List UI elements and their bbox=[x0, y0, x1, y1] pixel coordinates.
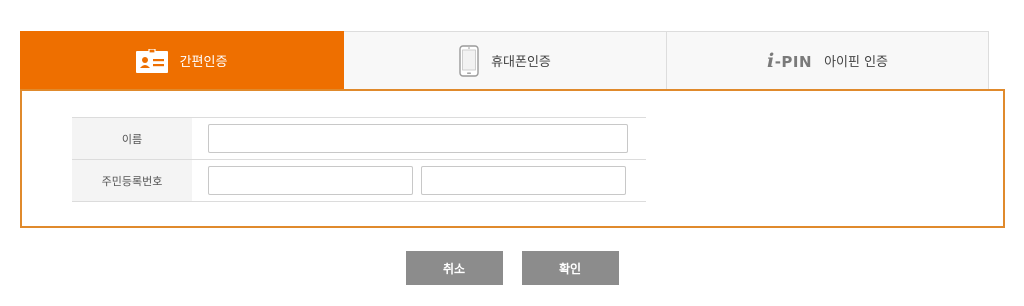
tab-simple-auth-label: 간편인증 bbox=[179, 55, 228, 70]
tab-simple-auth[interactable]: 간편인증 bbox=[20, 31, 344, 89]
confirm-button[interactable]: 확인 bbox=[521, 251, 619, 285]
auth-method-tabs: 간편인증 휴대폰인증 i-PIN 아이핀 인증 bbox=[20, 31, 989, 89]
tab-ipin-auth[interactable]: i-PIN 아이핀 인증 bbox=[667, 31, 989, 89]
tab-ipin-auth-label: 아이핀 인증 bbox=[824, 55, 888, 70]
rrn-row: 주민등록번호 bbox=[72, 160, 646, 202]
id-card-icon bbox=[135, 48, 168, 73]
name-row: 이름 bbox=[72, 118, 646, 160]
tab-mobile-auth-label: 휴대폰인증 bbox=[491, 55, 551, 70]
rrn-back-input[interactable] bbox=[421, 166, 626, 195]
auth-form-panel: 이름 주민등록번호 bbox=[20, 89, 1005, 228]
tab-mobile-auth[interactable]: 휴대폰인증 bbox=[344, 31, 667, 89]
cancel-button[interactable]: 취소 bbox=[405, 251, 503, 285]
name-input-cell bbox=[192, 118, 646, 159]
name-input[interactable] bbox=[208, 124, 628, 153]
rrn-input-cell bbox=[192, 160, 646, 201]
mobile-phone-icon bbox=[459, 44, 479, 77]
rrn-front-input[interactable] bbox=[208, 166, 413, 195]
name-label: 이름 bbox=[72, 118, 192, 159]
ipin-logo: i-PIN bbox=[766, 49, 813, 72]
auth-page: 간편인증 휴대폰인증 i-PIN 아이핀 인증 이름 주민등록번호 취소 확인 bbox=[0, 0, 1024, 306]
rrn-label: 주민등록번호 bbox=[72, 160, 192, 201]
action-buttons: 취소 확인 bbox=[0, 251, 1024, 285]
auth-form-table: 이름 주민등록번호 bbox=[72, 117, 646, 202]
